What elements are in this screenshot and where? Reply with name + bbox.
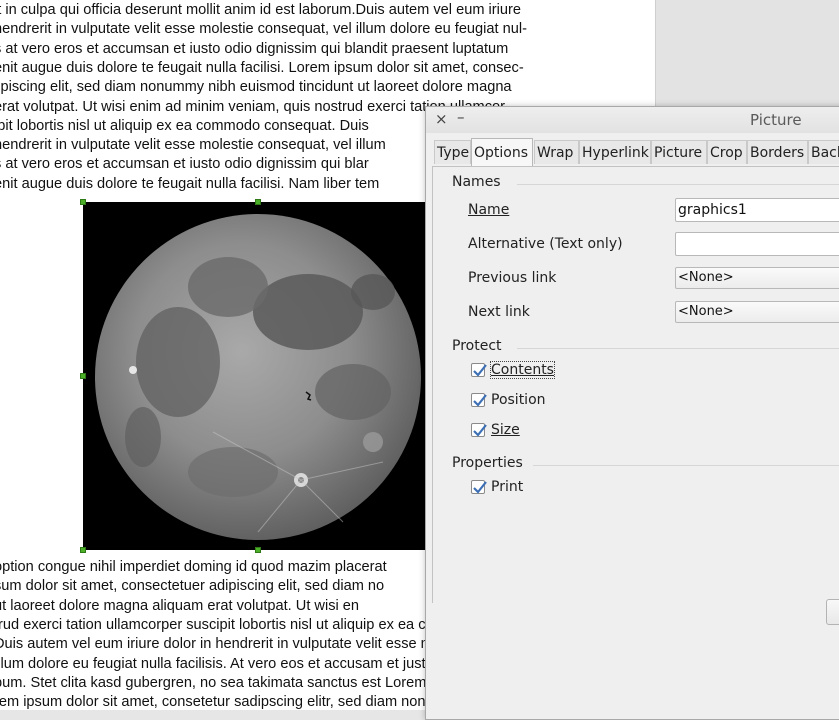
tab-options[interactable]: Options [471, 138, 533, 166]
tab-background[interactable]: Back [808, 140, 839, 164]
document-line: s at vero eros et accumsan et iusto odio… [0, 40, 509, 57]
properties-section-title: Properties [452, 455, 523, 471]
size-checkbox[interactable] [471, 423, 487, 437]
document-line: lipiscing elit, sed diam nonummy nibh eu… [0, 79, 512, 96]
selection-handle-top-left[interactable] [80, 199, 86, 205]
dialog-button[interactable] [826, 599, 839, 625]
protect-separator [517, 348, 839, 349]
check-icon [473, 394, 487, 407]
alt-text-field[interactable] [675, 232, 839, 256]
check-icon [473, 364, 487, 377]
properties-separator [533, 465, 839, 466]
close-icon[interactable]: × [435, 110, 448, 128]
moon-image[interactable] [83, 202, 433, 550]
protect-section-title: Protect [452, 338, 502, 354]
document-line: enit augue duis dolore te feugait nulla … [0, 59, 524, 76]
selection-handle-middle-left[interactable] [80, 373, 86, 379]
tab-type[interactable]: Type [434, 140, 471, 164]
names-section-title: Names [452, 174, 501, 190]
tab-borders[interactable]: Borders [747, 140, 808, 164]
next-link-select[interactable]: <None> [675, 301, 839, 323]
selection-handle-bottom-middle[interactable] [255, 547, 261, 553]
previous-link-select[interactable]: <None> [675, 267, 839, 289]
dialog-title: Picture [750, 111, 802, 129]
position-label[interactable]: Position [491, 392, 546, 408]
tab-strip: Type Options Wrap Hyperlink Picture Crop… [434, 138, 839, 166]
previous-link-label: Previous link [468, 270, 557, 286]
tab-crop[interactable]: Crop [707, 140, 747, 164]
minimize-icon[interactable]: – [457, 108, 465, 126]
selection-handle-top-middle[interactable] [255, 199, 261, 205]
options-panel: Names Name graphics1 Alternative (Text o… [432, 166, 839, 603]
check-icon [473, 481, 487, 494]
contents-checkbox[interactable] [471, 363, 487, 377]
position-checkbox[interactable] [471, 393, 487, 407]
size-label[interactable]: Size [491, 422, 520, 438]
moon-graphic [95, 214, 421, 540]
alt-text-label: Alternative (Text only) [468, 236, 623, 252]
check-icon [473, 424, 487, 437]
picture-dialog: × – Picture Type Options Wrap Hyperlink … [425, 106, 839, 720]
document-line: hendrerit in vulputate velit esse molest… [0, 21, 527, 38]
dialog-titlebar: × – Picture [426, 107, 839, 133]
document-line: it in culpa qui officia deserunt mollit … [0, 2, 521, 18]
tab-hyperlink[interactable]: Hyperlink [579, 140, 651, 164]
next-link-label: Next link [468, 304, 530, 320]
names-separator [517, 184, 839, 185]
contents-label[interactable]: Contents [490, 361, 555, 379]
print-label[interactable]: Print [491, 479, 523, 495]
selection-handle-bottom-left[interactable] [80, 547, 86, 553]
tab-picture[interactable]: Picture [651, 140, 707, 164]
name-label: Name [468, 202, 510, 218]
tab-wrap[interactable]: Wrap [534, 140, 579, 164]
name-field[interactable]: graphics1 [675, 198, 839, 222]
print-checkbox[interactable] [471, 480, 487, 494]
